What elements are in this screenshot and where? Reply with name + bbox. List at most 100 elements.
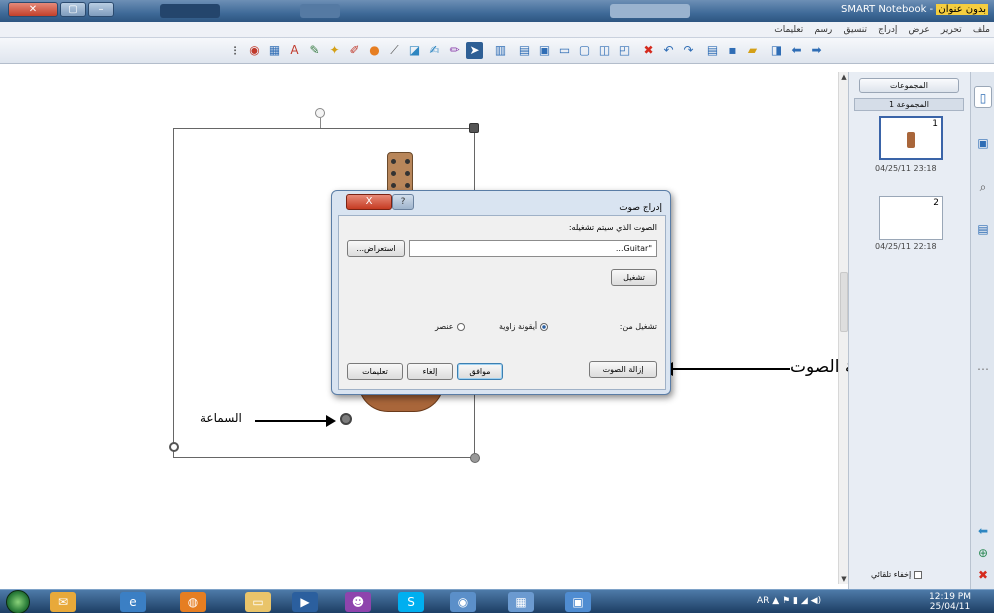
gallery-tab-icon[interactable]: ▣	[974, 132, 992, 154]
explorer-taskbar-icon[interactable]: ▭	[245, 592, 271, 612]
play-button[interactable]: تشغيل	[611, 269, 657, 286]
brush-icon[interactable]: ✎	[306, 42, 323, 59]
rotate-handle[interactable]	[315, 108, 325, 118]
menu-draw[interactable]: رسم	[814, 22, 832, 38]
projector-icon[interactable]: ▢	[576, 42, 593, 59]
object-option-label: عنصر	[435, 322, 454, 331]
redo-icon[interactable]: ↷	[680, 42, 697, 59]
undo-icon[interactable]: ↶	[660, 42, 677, 59]
dialog-help-icon[interactable]: ?	[392, 194, 414, 210]
messenger-taskbar-icon[interactable]: ☻	[345, 592, 371, 612]
menu-edit[interactable]: تحرير	[941, 22, 962, 38]
flag-icon[interactable]: ⚑	[782, 596, 790, 606]
delete-icon[interactable]: ✖	[640, 42, 657, 59]
start-button-icon[interactable]	[6, 590, 30, 613]
more-tab-icon[interactable]: ⋯	[974, 358, 992, 380]
clock[interactable]: 12:19 PM 25/04/11	[929, 592, 971, 612]
previous-page-icon[interactable]: ⬅	[974, 520, 992, 542]
monitor-icon[interactable]: ▣	[536, 42, 553, 59]
window-title: بدون عنوان - SMART Notebook	[841, 4, 988, 15]
properties-tab-icon[interactable]: ▤	[974, 218, 992, 240]
screen-shade-icon[interactable]: ▤	[516, 42, 533, 59]
toolbar-grip-icon[interactable]: ⁝	[233, 44, 237, 59]
smart-taskbar-icon[interactable]: ▣	[565, 592, 591, 612]
speaker-annotation-label: السماعة	[200, 411, 242, 425]
corner-sound-icon[interactable]	[169, 442, 179, 452]
back-icon[interactable]: ⬅	[788, 42, 805, 59]
speaker-icon[interactable]	[340, 413, 352, 425]
delete-page-icon[interactable]: ✖	[974, 564, 992, 586]
page-thumbnail-1[interactable]: 1	[879, 116, 943, 160]
taskbar: ✉ e ◍ ▭ ▶ ☻ S ◉ ▦ ▣ AR ▲ ⚑ ▮ ◢ ◀) 12:19 …	[0, 589, 994, 613]
select-arrow-icon[interactable]: ➤	[466, 42, 483, 59]
auto-hide-checkbox[interactable]: إخفاء تلقائي	[871, 570, 923, 579]
menu-file[interactable]: ملف	[973, 22, 990, 38]
menu-view[interactable]: عرض	[909, 22, 930, 38]
tray-expand-icon[interactable]: ▲	[772, 596, 779, 606]
new-page-icon[interactable]: ◨	[768, 42, 785, 59]
groups-button[interactable]: المجموعات	[859, 78, 959, 93]
object-radio[interactable]: عنصر	[435, 322, 465, 331]
browse-button[interactable]: استعراض...	[347, 240, 405, 257]
language-indicator[interactable]: AR	[757, 596, 769, 606]
magic-pen-icon[interactable]: ✦	[326, 42, 343, 59]
dialog-close-button[interactable]: X	[346, 194, 392, 210]
skype-taskbar-icon[interactable]: S	[398, 592, 424, 612]
corner-icon-radio[interactable]: أيقونة زاوية	[499, 322, 549, 331]
sound-file-input[interactable]: ...Guitar"	[409, 240, 657, 257]
signal-icon[interactable]: ◢	[801, 596, 808, 606]
notebook-taskbar-icon[interactable]: ▦	[508, 592, 534, 612]
ok-button[interactable]: موافق	[457, 363, 503, 380]
group-1-header[interactable]: المجموعة 1	[854, 98, 964, 111]
shape-pen-icon[interactable]: ✐	[346, 42, 363, 59]
radio-unselected-icon	[456, 322, 465, 331]
add-page-icon[interactable]: ⊕	[974, 542, 992, 564]
object-menu-icon[interactable]	[469, 123, 479, 133]
window-maximize-button[interactable]: ▢	[60, 2, 86, 17]
eraser-icon[interactable]: ◪	[406, 42, 423, 59]
magnifier-icon[interactable]: ◉	[246, 42, 263, 59]
app-taskbar-icon[interactable]: ◉	[450, 592, 476, 612]
outlook-taskbar-icon[interactable]: ✉	[50, 592, 76, 612]
display-icon[interactable]: ▭	[556, 42, 573, 59]
fill-icon[interactable]: ●	[366, 42, 383, 59]
paste-icon[interactable]: ▤	[704, 42, 721, 59]
table-icon[interactable]: ▥	[492, 42, 509, 59]
line-icon[interactable]: ⟋	[386, 42, 403, 59]
cancel-button[interactable]: إلغاء	[407, 363, 453, 380]
window-close-button[interactable]: ✕	[8, 2, 58, 17]
dialog-help-button[interactable]: تعليمات	[347, 363, 403, 380]
page-sorter-tab-icon[interactable]: ▯	[974, 86, 992, 108]
corner-icon-option-label: أيقونة زاوية	[499, 322, 538, 331]
page-thumbnail-2[interactable]: 2	[879, 196, 943, 240]
clock-time: 12:19 PM	[929, 592, 971, 602]
open-folder-icon[interactable]: ▰	[744, 42, 761, 59]
menu-format[interactable]: تنسيق	[843, 22, 866, 38]
picture-icon[interactable]: ▦	[266, 42, 283, 59]
canvas-scrollbar[interactable]: ▲ ▼	[838, 72, 848, 584]
firefox-taskbar-icon[interactable]: ◍	[180, 592, 206, 612]
toolbar: ⁝ ◉ ▦ A ✎ ✦ ✐ ● ⟋ ◪ ✍ ✏ ➤ ▥ ▤ ▣ ▭ ▢ ◫ ◰ …	[0, 38, 994, 64]
ie-taskbar-icon[interactable]: e	[120, 592, 146, 612]
network-icon[interactable]: ▮	[793, 596, 798, 606]
menu-insert[interactable]: إدراج	[878, 22, 897, 38]
text-tool-icon[interactable]: A	[286, 42, 303, 59]
creative-pen-icon[interactable]: ✍	[426, 42, 443, 59]
title-decor	[160, 4, 220, 18]
attachments-tab-icon[interactable]: ⌕	[974, 176, 992, 198]
scroll-thumb[interactable]	[840, 272, 848, 332]
menu-help[interactable]: تعليمات	[774, 22, 803, 38]
window-minimize-button[interactable]: –	[88, 2, 114, 17]
resize-handle[interactable]	[470, 453, 480, 463]
volume-icon[interactable]: ◀)	[811, 596, 821, 606]
pen-icon[interactable]: ✏	[446, 42, 463, 59]
window-controls: ✕ ▢ –	[8, 2, 136, 18]
screen-icon[interactable]: ◫	[596, 42, 613, 59]
page-number: 2	[933, 198, 939, 208]
media-taskbar-icon[interactable]: ▶	[292, 592, 318, 612]
forward-icon[interactable]: ➡	[808, 42, 825, 59]
insert-sound-dialog: X ? إدراج صوت الصوت الذي سيتم تشغيله: ..…	[331, 190, 671, 395]
capture-icon[interactable]: ◰	[616, 42, 633, 59]
save-icon[interactable]: ▪	[724, 42, 741, 59]
remove-sound-button[interactable]: إزالة الصوت	[589, 361, 657, 378]
